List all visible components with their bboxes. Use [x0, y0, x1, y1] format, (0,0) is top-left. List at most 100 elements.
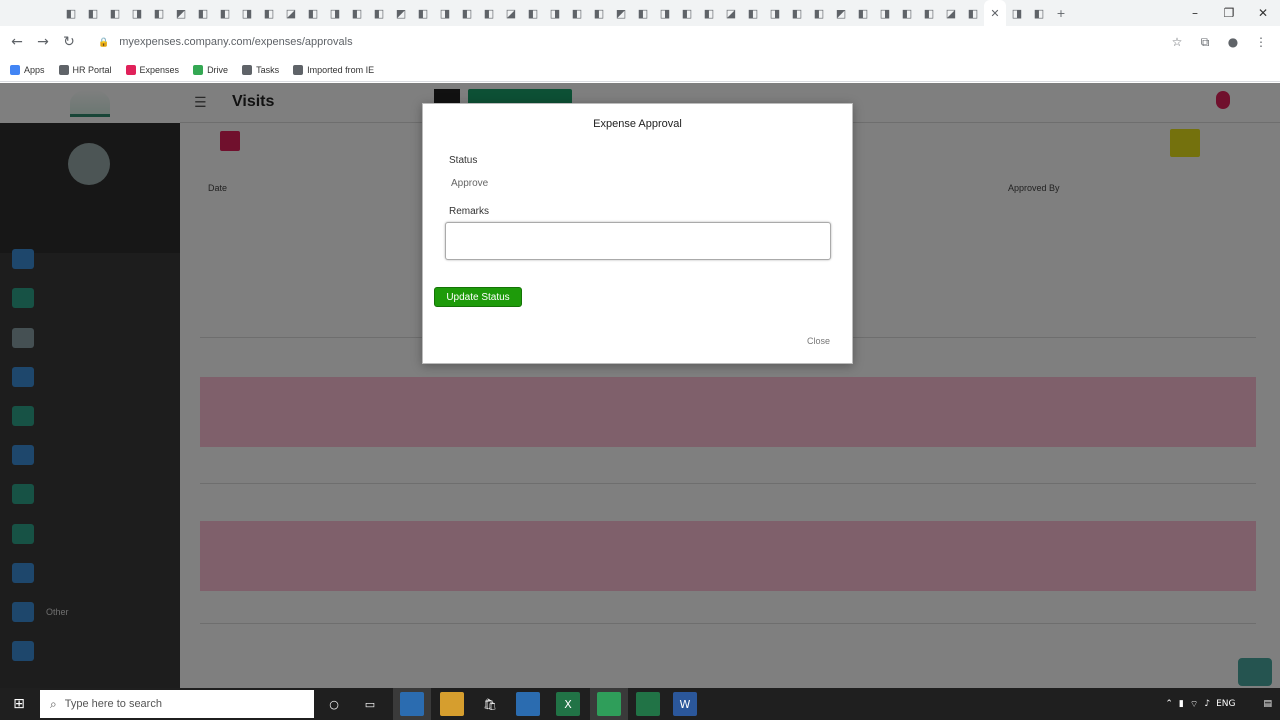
tab-favicon[interactable]: ◨: [654, 0, 676, 26]
app-icon[interactable]: [636, 692, 660, 716]
drive-icon: [193, 64, 204, 75]
tab-favicon[interactable]: ◧: [148, 0, 170, 26]
maximize-icon[interactable]: ❐: [1212, 0, 1246, 26]
tab-favicon[interactable]: ◩: [830, 0, 852, 26]
task-view-icon[interactable]: ▭: [358, 692, 382, 716]
address-bar: ← → ↻ 🔒 myexpenses.company.com/expenses/…: [0, 26, 1280, 58]
tab-favicon[interactable]: ◪: [500, 0, 522, 26]
tab-favicon[interactable]: ◧: [676, 0, 698, 26]
status-value[interactable]: Approve: [451, 178, 488, 189]
remarks-input[interactable]: [445, 222, 831, 260]
action-center-icon[interactable]: ▤: [1263, 699, 1272, 709]
browser-tab-strip: ◧ ◧ ◧ ◨ ◧ ◩ ◧ ◧ ◨ ◧ ◪ ◧ ◨ ◧ ◧ ◩ ◧ ◨ ◧ ◧ …: [0, 0, 1280, 26]
tab-favicon[interactable]: ◧: [346, 0, 368, 26]
tab-favicon[interactable]: ◨: [544, 0, 566, 26]
forward-icon[interactable]: →: [30, 29, 56, 55]
bookmark-drive[interactable]: Drive: [193, 64, 228, 75]
tab-favicon[interactable]: ◨: [764, 0, 786, 26]
tab-favicon[interactable]: ◧: [588, 0, 610, 26]
folder-icon: [293, 64, 304, 75]
tab-favicon[interactable]: ◨: [874, 0, 896, 26]
tab-favicon[interactable]: ◧: [808, 0, 830, 26]
status-label: Status: [449, 155, 478, 166]
tab-close-icon[interactable]: ✕: [984, 0, 1006, 26]
modal-title: Expense Approval: [593, 118, 682, 130]
tab-favicon[interactable]: ◪: [720, 0, 742, 26]
tab-favicon[interactable]: ◧: [258, 0, 280, 26]
people-icon[interactable]: ⌃: [1165, 699, 1173, 709]
bookmark-apps[interactable]: Apps: [10, 64, 45, 75]
mail-icon[interactable]: [516, 692, 540, 716]
tab-favicon[interactable]: ◨: [1006, 0, 1028, 26]
tab-favicon[interactable]: ◩: [610, 0, 632, 26]
minimize-icon[interactable]: –: [1178, 0, 1212, 26]
url-field[interactable]: 🔒 myexpenses.company.com/expenses/approv…: [90, 30, 1160, 54]
network-icon[interactable]: ⌔: [1190, 699, 1198, 710]
tab-favicon[interactable]: ◧: [742, 0, 764, 26]
tab-favicon[interactable]: ◪: [940, 0, 962, 26]
tab-favicon[interactable]: ◧: [896, 0, 918, 26]
battery-icon[interactable]: ▮: [1179, 699, 1184, 709]
chrome-icon[interactable]: [597, 692, 621, 716]
system-tray: ⌃ ▮ ⌔ ♪ ENG ▤: [1165, 688, 1280, 720]
new-tab-icon[interactable]: +: [1050, 0, 1072, 26]
windows-taskbar: ⊞ ⌕ Type here to search ○ ▭ 🛍 X W ⌃ ▮ ⌔ …: [0, 688, 1280, 720]
tab-favicon[interactable]: ◧: [456, 0, 478, 26]
bookmark-tasks[interactable]: Tasks: [242, 64, 279, 75]
tab-favicon[interactable]: ◨: [324, 0, 346, 26]
tab-favicon[interactable]: ◧: [522, 0, 544, 26]
window-controls: – ❐ ✕: [1178, 0, 1280, 26]
tab-favicon[interactable]: ◧: [632, 0, 654, 26]
tab-favicon[interactable]: ◧: [962, 0, 984, 26]
file-explorer-icon[interactable]: [440, 692, 464, 716]
tab-favicon[interactable]: ◧: [192, 0, 214, 26]
bookmark-imported[interactable]: Imported from IE: [293, 64, 374, 75]
bookmarks-bar: Apps HR Portal Expenses Drive Tasks Impo…: [0, 58, 1280, 82]
language-indicator[interactable]: ENG: [1216, 699, 1235, 709]
cortana-icon[interactable]: ○: [322, 692, 346, 716]
folder-icon: [242, 64, 253, 75]
windows-start-icon[interactable]: ⊞: [0, 688, 38, 720]
tab-favicon[interactable]: ◧: [698, 0, 720, 26]
url-text: myexpenses.company.com/expenses/approval…: [119, 36, 353, 48]
store-icon[interactable]: 🛍: [478, 692, 502, 716]
update-status-button[interactable]: Update Status: [434, 287, 522, 307]
bookmark-expenses[interactable]: Expenses: [125, 64, 179, 75]
tab-favicon[interactable]: ◧: [1028, 0, 1050, 26]
tab-favicon[interactable]: ◨: [434, 0, 456, 26]
tab-favicon[interactable]: ◧: [412, 0, 434, 26]
tab-favicon[interactable]: ◨: [236, 0, 258, 26]
remarks-label: Remarks: [449, 206, 490, 217]
reload-icon[interactable]: ↻: [56, 29, 82, 55]
browser-actions: ☆ ⧉ ● ⋮: [1168, 30, 1270, 54]
tab-favicon[interactable]: ◧: [82, 0, 104, 26]
volume-icon[interactable]: ♪: [1204, 699, 1210, 709]
tab-favicon[interactable]: ◧: [566, 0, 588, 26]
word-icon[interactable]: W: [673, 692, 697, 716]
taskbar-search[interactable]: ⌕ Type here to search: [40, 690, 314, 718]
star-icon[interactable]: ☆: [1168, 30, 1186, 54]
tab-favicon[interactable]: ◧: [368, 0, 390, 26]
tab-favicon[interactable]: ◩: [390, 0, 412, 26]
close-window-icon[interactable]: ✕: [1246, 0, 1280, 26]
tab-favicon[interactable]: ◧: [852, 0, 874, 26]
tab-favicon[interactable]: ◧: [478, 0, 500, 26]
tab-favicon[interactable]: ◧: [918, 0, 940, 26]
tab-favicon[interactable]: ◧: [786, 0, 808, 26]
tab-favicon[interactable]: ◧: [302, 0, 324, 26]
excel-icon[interactable]: X: [556, 692, 580, 716]
app-icon[interactable]: [400, 692, 424, 716]
extensions-icon[interactable]: ⧉: [1196, 30, 1214, 54]
bookmark-hr-portal[interactable]: HR Portal: [58, 64, 112, 75]
menu-icon[interactable]: ⋮: [1252, 30, 1270, 54]
tab-favicon[interactable]: ◪: [280, 0, 302, 26]
tab-favicon[interactable]: ◧: [60, 0, 82, 26]
search-placeholder: Type here to search: [64, 698, 162, 710]
back-icon[interactable]: ←: [4, 29, 30, 55]
tab-favicon[interactable]: ◧: [214, 0, 236, 26]
tab-favicon[interactable]: ◩: [170, 0, 192, 26]
profile-icon[interactable]: ●: [1224, 30, 1242, 54]
tab-favicon[interactable]: ◧: [104, 0, 126, 26]
close-button[interactable]: Close: [807, 336, 830, 346]
tab-favicon[interactable]: ◨: [126, 0, 148, 26]
